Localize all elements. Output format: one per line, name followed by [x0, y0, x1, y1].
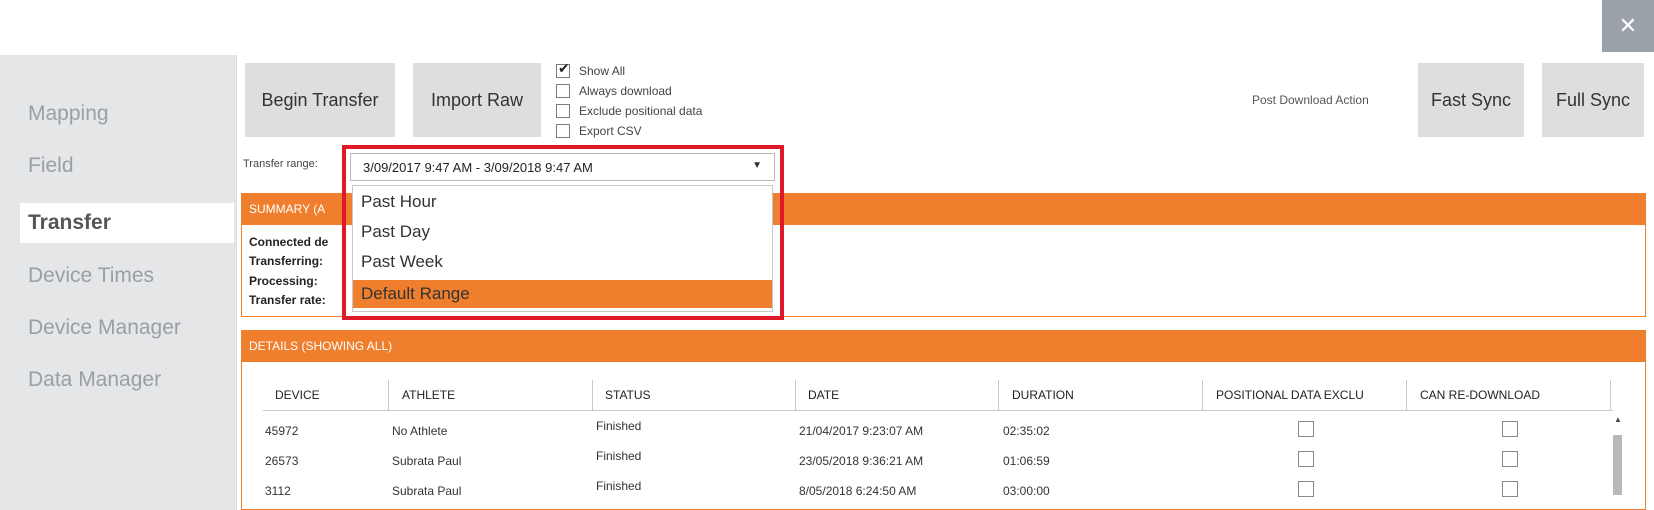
details-header: DETAILS (SHOWING ALL)	[241, 330, 1646, 362]
sidebar-item-device-times[interactable]: Device Times	[20, 256, 234, 296]
cell-duration: 03:00:00	[1003, 484, 1050, 498]
sidebar-item-label: Mapping	[28, 102, 109, 125]
can-redownload-checkbox[interactable]	[1502, 481, 1518, 497]
cell-duration: 02:35:02	[1003, 424, 1050, 438]
column-header-date[interactable]: DATE	[808, 388, 839, 402]
always-download-checkbox[interactable]	[556, 84, 570, 98]
full-sync-button[interactable]: Full Sync	[1542, 63, 1644, 137]
cell-device: 3112	[265, 484, 291, 498]
always-download-label: Always download	[579, 84, 672, 98]
cell-status: Finished	[596, 419, 642, 433]
fast-sync-button[interactable]: Fast Sync	[1418, 63, 1524, 137]
range-option-past-day[interactable]: Past Day	[353, 218, 772, 246]
column-separator	[592, 380, 593, 410]
exclude-positional-checkbox[interactable]	[556, 104, 570, 118]
cell-date: 21/04/2017 9:23:07 AM	[799, 424, 924, 438]
cell-date: 8/05/2018 6:24:50 AM	[799, 484, 917, 498]
full-sync-label: Full Sync	[1555, 89, 1631, 110]
export-csv-label: Export CSV	[579, 124, 642, 138]
post-download-action-label: Post Download Action	[1252, 93, 1369, 107]
positional-data-excluded-checkbox[interactable]	[1298, 451, 1314, 467]
chevron-down-icon: ▼	[752, 160, 762, 171]
sidebar-item-transfer[interactable]: Transfer	[20, 203, 234, 243]
column-separator	[1406, 380, 1407, 410]
close-button[interactable]: ✕	[1602, 0, 1654, 52]
cell-status: Finished	[596, 479, 642, 493]
column-header-device[interactable]: DEVICE	[275, 388, 320, 402]
can-redownload-checkbox[interactable]	[1502, 451, 1518, 467]
sidebar-item-label: Field	[28, 154, 74, 177]
can-redownload-checkbox[interactable]	[1502, 421, 1518, 437]
summary-transfer-rate-label: Transfer rate:	[249, 293, 326, 307]
close-icon: ✕	[1618, 13, 1638, 39]
summary-processing-label: Processing:	[249, 274, 318, 288]
scrollbar-thumb[interactable]	[1613, 435, 1622, 495]
sidebar-item-device-manager[interactable]: Device Manager	[20, 308, 234, 348]
cell-athlete: Subrata Paul	[392, 454, 462, 468]
show-all-label: Show All	[579, 64, 626, 78]
range-option-past-week[interactable]: Past Week	[353, 248, 772, 276]
exclude-positional-option[interactable]: Exclude positional data	[556, 102, 702, 120]
begin-transfer-label: Begin Transfer	[261, 89, 379, 110]
column-separator	[1202, 380, 1203, 410]
positional-data-excluded-checkbox[interactable]	[1298, 421, 1314, 437]
import-raw-button[interactable]: Import Raw	[413, 63, 541, 137]
sidebar-item-mapping[interactable]: Mapping	[20, 94, 234, 134]
cell-status: Finished	[596, 449, 642, 463]
column-header-positional-data-excluded[interactable]: POSITIONAL DATA EXCLU	[1216, 388, 1364, 402]
cell-duration: 01:06:59	[1003, 454, 1050, 468]
cell-device: 26573	[265, 454, 299, 468]
cell-date: 23/05/2018 9:36:21 AM	[799, 454, 924, 468]
export-csv-option[interactable]: Export CSV	[556, 122, 642, 140]
show-all-checkbox[interactable]	[556, 60, 570, 78]
details-header-label: DETAILS (SHOWING ALL)	[249, 339, 393, 353]
sidebar-item-label: Transfer	[28, 211, 111, 234]
show-all-option[interactable]: Show All	[556, 60, 626, 80]
summary-header-label: SUMMARY (A	[249, 202, 326, 216]
table-header-divider	[263, 410, 1613, 411]
column-separator	[388, 380, 389, 410]
cell-athlete: Subrata Paul	[392, 484, 462, 498]
exclude-positional-label: Exclude positional data	[579, 104, 703, 118]
import-raw-label: Import Raw	[430, 89, 524, 110]
column-header-duration[interactable]: DURATION	[1012, 388, 1074, 402]
column-separator	[1610, 380, 1611, 410]
column-separator	[795, 380, 796, 410]
fast-sync-label: Fast Sync	[1430, 89, 1512, 110]
export-csv-checkbox[interactable]	[556, 124, 570, 138]
column-header-athlete[interactable]: ATHLETE	[402, 388, 455, 402]
column-header-status[interactable]: STATUS	[605, 388, 651, 402]
begin-transfer-button[interactable]: Begin Transfer	[245, 63, 395, 137]
always-download-option[interactable]: Always download	[556, 82, 672, 100]
sidebar-item-label: Device Times	[28, 264, 155, 287]
range-option-past-hour[interactable]: Past Hour	[353, 188, 772, 216]
cell-device: 45972	[265, 424, 299, 438]
sidebar-item-data-manager[interactable]: Data Manager	[20, 360, 234, 400]
transfer-range-label: Transfer range:	[243, 158, 318, 170]
scroll-up-arrow-icon[interactable]: ▲	[1614, 415, 1622, 424]
summary-transferring-label: Transferring:	[249, 254, 324, 268]
summary-connected-label: Connected de	[249, 235, 329, 249]
transfer-range-value: 3/09/2017 9:47 AM - 3/09/2018 9:47 AM	[363, 159, 593, 175]
range-option-default-range[interactable]: Default Range	[353, 280, 772, 308]
transfer-range-select[interactable]: 3/09/2017 9:47 AM - 3/09/2018 9:47 AM ▼	[350, 153, 775, 181]
transfer-range-dropdown: Past Hour Past Day Past Week Default Ran…	[352, 185, 773, 312]
sidebar-item-label: Data Manager	[28, 368, 162, 391]
column-separator	[998, 380, 999, 410]
sidebar-item-label: Device Manager	[28, 316, 181, 339]
sidebar-item-field[interactable]: Field	[20, 146, 234, 186]
column-header-can-redownload[interactable]: CAN RE-DOWNLOAD	[1420, 388, 1540, 402]
cell-athlete: No Athlete	[392, 424, 448, 438]
positional-data-excluded-checkbox[interactable]	[1298, 481, 1314, 497]
